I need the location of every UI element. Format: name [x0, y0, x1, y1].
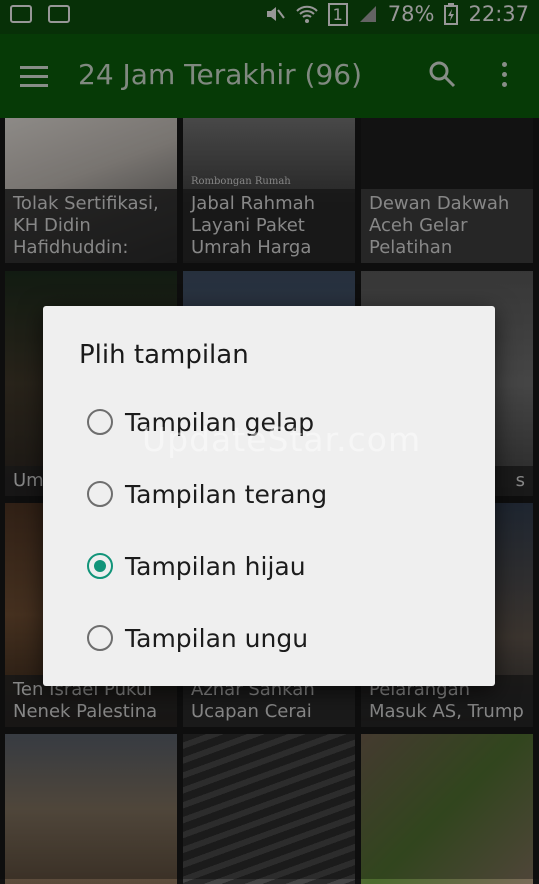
radio-button[interactable] [87, 625, 113, 651]
option-label: Tampilan hijau [125, 551, 306, 581]
radio-button-selected[interactable] [87, 553, 113, 579]
watermark: UpdateStar.com [142, 420, 422, 459]
theme-dialog: Plih tampilan Tampilan gelap Tampilan te… [43, 306, 495, 686]
option-green[interactable]: Tampilan hijau [87, 542, 467, 590]
option-label: Tampilan ungu [125, 623, 309, 653]
dialog-title: Plih tampilan [79, 340, 249, 370]
option-light[interactable]: Tampilan terang [87, 470, 467, 518]
radio-button[interactable] [87, 481, 113, 507]
option-purple[interactable]: Tampilan ungu [87, 614, 467, 662]
radio-button[interactable] [87, 409, 113, 435]
option-label: Tampilan terang [125, 479, 328, 509]
